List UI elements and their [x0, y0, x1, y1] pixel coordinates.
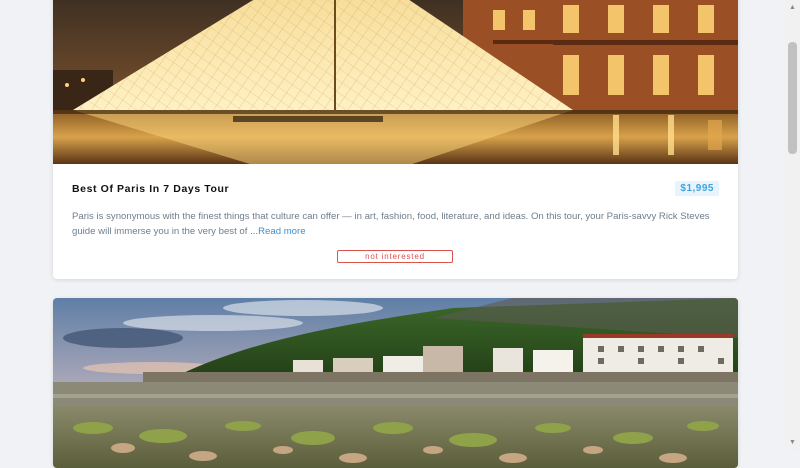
description-text: Paris is synonymous with the finest thin…: [72, 211, 710, 237]
price-badge: $1,995: [675, 181, 719, 196]
tour-image[interactable]: [53, 298, 738, 468]
not-interested-button[interactable]: not interested: [337, 250, 453, 263]
tour-image[interactable]: [53, 0, 738, 164]
arrow-down-icon[interactable]: ▼: [785, 435, 800, 450]
tour-title: Best Of Paris In 7 Days Tour: [72, 183, 230, 195]
page-scrollbar[interactable]: ▲ ▼: [785, 0, 800, 450]
read-more-link[interactable]: Read more: [258, 226, 305, 237]
arrow-up-icon[interactable]: ▲: [785, 0, 800, 15]
tour-description: Paris is synonymous with the finest thin…: [72, 210, 712, 239]
tour-card: Best Of Paris In 7 Days Tour $1,995 Pari…: [53, 0, 738, 279]
scrollbar-thumb[interactable]: [788, 42, 797, 154]
tour-card: [53, 298, 738, 468]
